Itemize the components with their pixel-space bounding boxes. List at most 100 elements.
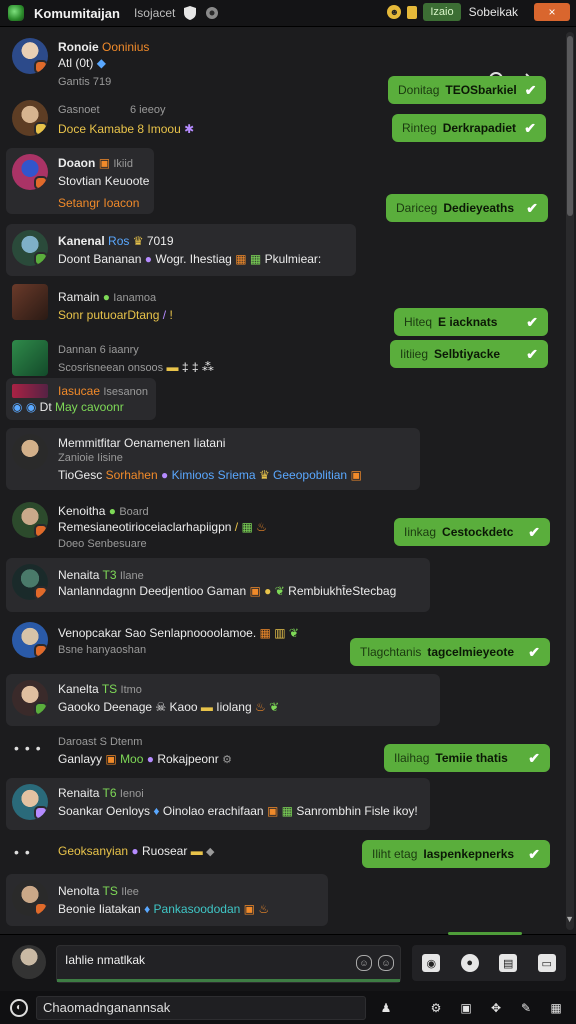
chest-icon: ▦ [235, 252, 247, 266]
voice-icon[interactable]: ● [460, 954, 479, 972]
avatar[interactable] [12, 502, 48, 538]
command-search[interactable]: Chaomadnganannsak [36, 995, 366, 1020]
bubble-text: E iacknats [438, 315, 498, 329]
message-time: Ilee [121, 886, 139, 898]
message-card [6, 224, 356, 276]
badge-icon: ◉ [12, 400, 23, 414]
outgoing-bubble[interactable]: Rinteg Derkrapadiet ✔ [392, 114, 546, 142]
avatar[interactable] [12, 880, 48, 916]
author-name[interactable]: Doaon [58, 156, 95, 170]
author-name[interactable]: Kenoitha [58, 504, 105, 518]
apps-icon[interactable]: ▦ [548, 1000, 564, 1016]
check-icon: ✔ [524, 81, 537, 98]
grid-icon: ▦ [249, 252, 262, 266]
figures-icon: ‡ ‡ ⁂ [181, 360, 214, 374]
avatar[interactable] [12, 622, 48, 658]
outgoing-bubble[interactable]: Ilaihag Temiie thatis ✔ [384, 744, 550, 772]
message-input-text[interactable]: Iahlie nmatlkak [65, 953, 145, 967]
message-text-b: Kaoo [169, 700, 198, 714]
more-icon[interactable]: ••• [14, 740, 47, 756]
author-tag: TS [102, 884, 118, 898]
controller-icon[interactable]: ✥ [488, 1000, 504, 1016]
check-icon: ✔ [526, 345, 538, 362]
author-name[interactable]: Geoksanyian [58, 844, 128, 858]
bottom-bar: ◐ Chaomadnganannsak ♟ ⚙ ▣ ✥ ✎ ▦ [0, 991, 576, 1024]
avatar[interactable] [12, 680, 48, 716]
avatar[interactable] [12, 230, 48, 266]
avatar[interactable] [12, 100, 48, 136]
image-icon[interactable]: ▤ [499, 954, 518, 972]
avatar[interactable] [12, 284, 48, 320]
author-tag: 6 ieeoy [130, 104, 166, 116]
avatar[interactable] [12, 38, 48, 74]
burger-icon: ▬ [190, 844, 203, 858]
author-name[interactable]: Gasnoet [58, 104, 100, 116]
author-tag: Ruosear [141, 844, 188, 858]
camera-icon[interactable]: ◉ [422, 954, 441, 972]
avatar[interactable] [12, 340, 48, 376]
flame-icon: ♨ [258, 902, 270, 916]
outgoing-bubble[interactable]: Dariceg Dedieyeaths ✔ [386, 194, 548, 222]
online-icon: ● [108, 504, 116, 518]
message-input[interactable]: Iahlie nmatlkak ☺ ☺ [56, 945, 401, 983]
outgoing-bubble[interactable]: Iliht etag Iaspenkepnerks ✔ [362, 840, 550, 868]
bookmark-icon[interactable] [407, 5, 418, 19]
emoji-icon[interactable]: ☻ [387, 5, 402, 19]
close-button[interactable]: × [534, 3, 570, 21]
outgoing-bubble[interactable]: Iinkag Cestockdetc ✔ [394, 518, 550, 546]
author-name[interactable]: Nenaita [58, 568, 99, 582]
avatar[interactable] [12, 784, 48, 820]
shield-icon[interactable] [183, 6, 197, 20]
avatar[interactable] [12, 564, 48, 600]
settings-icon[interactable]: ⚙ [428, 1000, 444, 1016]
author-name[interactable]: Renaita [58, 786, 99, 800]
author-name[interactable]: Memmitfitar Oenamenen Iiatani [58, 436, 225, 450]
message-text: Doont Bananan [58, 252, 142, 266]
emoji-icon[interactable]: ☺ [356, 955, 372, 971]
settings-round-icon[interactable] [205, 6, 219, 20]
bubble-prefix: Donitag [398, 83, 440, 97]
account-label[interactable]: Sobeikak [469, 5, 518, 19]
author-name[interactable]: Ronoie [58, 40, 99, 54]
message-time: Ienoi [119, 788, 144, 800]
crown-icon: ♛ [258, 468, 270, 482]
gallery-icon[interactable]: ▣ [458, 1000, 474, 1016]
box-icon: ▦ [259, 626, 271, 640]
outgoing-bubble[interactable]: Donitag TEOSbarkiel ✔ [388, 76, 546, 104]
author-name[interactable]: Venopcakar [58, 626, 121, 640]
outgoing-bubble[interactable]: Tlagchtanis tagcelmieyeote ✔ [350, 638, 550, 666]
leaf-icon: ❦ [269, 700, 280, 714]
outgoing-bubble[interactable]: Hiteq E iacknats ✔ [394, 308, 548, 336]
bubble-prefix: Iitiieg [400, 347, 429, 361]
scroll-down-icon[interactable]: ▼ [565, 914, 574, 924]
online-icon: ● [102, 290, 110, 304]
message-text: Sonr putuoarDtang [58, 308, 160, 322]
power-icon[interactable]: ◐ [10, 998, 28, 1017]
skull-icon: ☠ [155, 700, 167, 714]
outgoing-bubble[interactable]: Iitiieg Selbtiyacke ✔ [390, 340, 548, 368]
author-name[interactable]: Kanenal [58, 234, 105, 248]
author-name[interactable]: Ramain [58, 290, 99, 304]
message-text-b: Sorhahen [105, 468, 158, 482]
author-name[interactable]: Daroast [58, 736, 97, 748]
author-name[interactable]: Nenolta [58, 884, 99, 898]
scrollbar[interactable] [566, 32, 574, 930]
my-avatar[interactable] [12, 945, 46, 979]
avatar[interactable] [12, 154, 48, 190]
more-icon[interactable]: •• [14, 844, 36, 860]
avatar[interactable] [12, 384, 48, 398]
input-underline [57, 979, 400, 982]
author-name[interactable]: Kanelta [58, 682, 99, 696]
sticker-icon[interactable]: ☺ [378, 955, 394, 971]
bubble-prefix: Rinteg [402, 121, 437, 135]
command-search-text[interactable]: Chaomadnganannsak [43, 1000, 170, 1015]
edit-icon[interactable]: ✎ [518, 1000, 534, 1016]
tag-icon[interactable]: ♟ [378, 1000, 394, 1016]
author-name[interactable]: Iasucae [58, 384, 100, 398]
author-name[interactable]: Dannan [58, 344, 97, 356]
scrollbar-thumb[interactable] [567, 36, 573, 216]
flame-icon: ♨ [254, 700, 266, 714]
check-icon: ✔ [528, 845, 540, 862]
file-icon[interactable]: ▭ [537, 954, 556, 972]
avatar[interactable] [12, 434, 48, 470]
